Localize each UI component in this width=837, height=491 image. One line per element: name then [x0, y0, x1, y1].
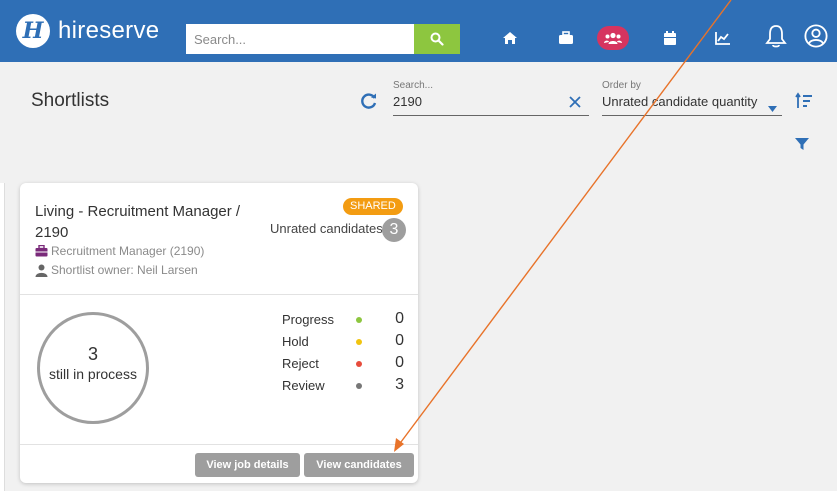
job-reference-text: Recruitment Manager (2190) — [51, 244, 205, 258]
search-field-label: Search... — [393, 80, 434, 91]
order-by-label: Order by — [602, 80, 641, 91]
left-rail — [0, 183, 5, 491]
status-dot-icon — [356, 339, 362, 345]
hireserve-logo-icon[interactable]: H — [16, 14, 50, 48]
nav-candidates[interactable] — [597, 26, 629, 50]
status-dot-icon — [356, 317, 362, 323]
sort-icon — [795, 92, 812, 108]
shortlist-search-input[interactable]: 2190 — [393, 94, 422, 109]
refresh-button[interactable] — [359, 91, 381, 113]
stat-row-progress[interactable]: Progress 0 — [282, 310, 408, 330]
sort-direction-button[interactable] — [795, 92, 813, 115]
nav-home[interactable] — [498, 26, 522, 50]
person-icon — [35, 264, 48, 277]
order-by-select[interactable]: Unrated candidate quantity — [602, 94, 762, 109]
top-navigation-bar: H hireserve — [0, 0, 837, 62]
shortlist-owner-text: Shortlist owner: Neil Larsen — [51, 263, 198, 277]
shared-badge: SHARED — [343, 198, 403, 215]
stat-name: Progress — [282, 312, 335, 327]
unrated-candidates-count: 3 — [382, 218, 406, 242]
refresh-icon — [361, 93, 377, 109]
home-icon — [503, 32, 517, 44]
nav-jobs[interactable] — [554, 26, 578, 50]
nav-reports[interactable] — [711, 26, 735, 50]
stat-name: Hold — [282, 334, 309, 349]
in-process-label: still in process — [49, 366, 137, 382]
stat-row-review[interactable]: Review 3 — [282, 376, 408, 396]
status-dot-icon — [356, 361, 362, 367]
shortlist-title[interactable]: Living - Recruitment Manager / 2190 — [35, 201, 265, 243]
page-title: Shortlists — [31, 90, 110, 111]
card-footer-divider — [20, 444, 418, 445]
status-dot-icon — [356, 383, 362, 389]
shortlist-owner: Shortlist owner: Neil Larsen — [35, 263, 198, 277]
calendar-icon — [664, 30, 676, 45]
search-underline — [393, 115, 589, 116]
shortlist-card: Living - Recruitment Manager / 2190 SHAR… — [20, 183, 418, 483]
stat-row-hold[interactable]: Hold 0 — [282, 332, 408, 352]
filter-button[interactable] — [795, 137, 809, 156]
global-search-button[interactable] — [414, 24, 460, 54]
brand-name[interactable]: hireserve — [58, 14, 159, 48]
nav-calendar[interactable] — [658, 26, 682, 50]
notifications-button[interactable] — [764, 24, 788, 48]
stat-name: Reject — [282, 356, 319, 371]
card-divider — [20, 294, 418, 295]
order-by-underline — [602, 115, 782, 116]
users-icon — [604, 32, 622, 44]
stat-value: 3 — [395, 376, 404, 393]
caret-down-icon — [768, 106, 777, 112]
clear-search-button[interactable] — [569, 95, 581, 113]
in-process-count: 3 — [87, 344, 98, 364]
unrated-candidates-label: Unrated candidates — [270, 221, 383, 236]
user-profile-button[interactable] — [804, 24, 828, 48]
stat-value: 0 — [395, 354, 404, 371]
job-reference: Recruitment Manager (2190) — [35, 244, 204, 258]
briefcase-icon — [35, 245, 48, 257]
close-icon — [569, 96, 581, 108]
view-job-details-button[interactable]: View job details — [195, 453, 300, 477]
stat-row-reject[interactable]: Reject 0 — [282, 354, 408, 374]
global-search-input[interactable] — [186, 24, 414, 54]
user-profile-icon — [804, 24, 828, 48]
stat-value: 0 — [395, 332, 404, 349]
chart-icon — [715, 32, 730, 45]
stat-value: 0 — [395, 310, 404, 327]
bell-icon — [765, 25, 787, 48]
view-candidates-button[interactable]: View candidates — [304, 453, 414, 477]
stat-name: Review — [282, 378, 325, 393]
briefcase-icon — [559, 31, 573, 44]
search-icon — [430, 32, 444, 46]
filter-icon — [795, 138, 809, 150]
